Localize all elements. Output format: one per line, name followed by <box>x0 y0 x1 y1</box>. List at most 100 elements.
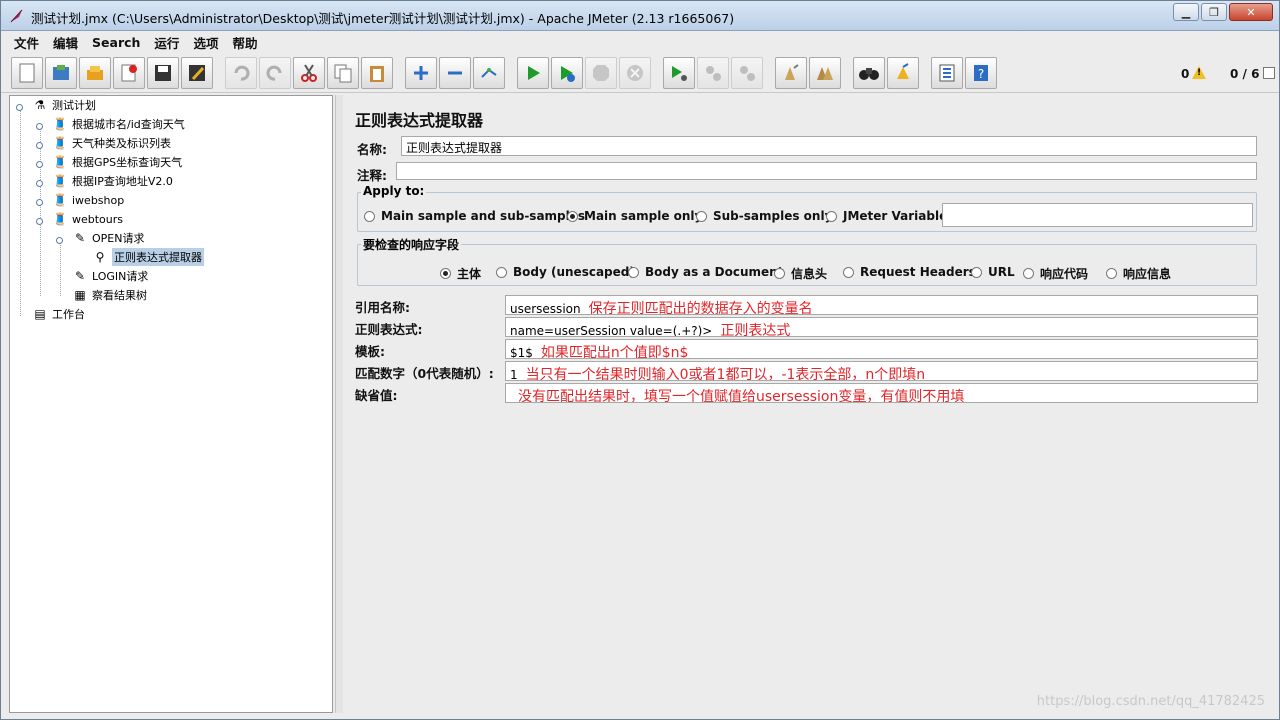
cut-icon[interactable] <box>293 57 325 89</box>
template-field[interactable]: $1$ 如果匹配出n个值即$n$ <box>505 339 1258 359</box>
tree-toggle[interactable] <box>36 123 43 130</box>
tree-node-http-sampler[interactable]: ✎ OPEN请求 <box>72 229 145 247</box>
new-icon[interactable] <box>11 57 43 89</box>
window-controls: ▁ ❐ ✕ <box>1173 3 1273 21</box>
menu-edit[interactable]: 编辑 <box>46 33 85 52</box>
paste-icon[interactable] <box>361 57 393 89</box>
tree-node-thread-group[interactable]: 🧵 根据城市名/id查询天气 <box>52 115 185 133</box>
default-note: 没有匹配出结果时，填写一个值赋值给usersession变量，有值则不用填 <box>518 389 965 403</box>
radio-main-and-sub[interactable]: Main sample and sub-samples <box>364 209 585 223</box>
close-button[interactable]: ✕ <box>1229 3 1273 21</box>
tree-toggle[interactable] <box>36 142 43 149</box>
radio-url[interactable]: URL <box>971 265 1015 279</box>
menu-run[interactable]: 运行 <box>147 33 186 52</box>
remote-shutdown-icon[interactable] <box>731 57 763 89</box>
undo-icon[interactable] <box>225 57 257 89</box>
search-binoculars-icon[interactable] <box>853 57 885 89</box>
close-file-icon[interactable] <box>113 57 145 89</box>
templates-icon[interactable] <box>45 57 77 89</box>
match-no-field[interactable]: 1 当只有一个结果时则输入0或者1都可以，-1表示全部，n个即填n <box>505 361 1258 381</box>
expand-all-icon[interactable] <box>405 57 437 89</box>
tree-toggle[interactable] <box>56 237 63 244</box>
tree-node-listener[interactable]: ▦ 察看结果树 <box>72 286 147 304</box>
name-field[interactable]: 正则表达式提取器 <box>401 136 1257 156</box>
ref-name-note: 保存正则匹配出的数据存入的变量名 <box>588 301 813 315</box>
radio-body-unescaped[interactable]: Body (unescaped) <box>496 265 635 279</box>
tree-node-workbench[interactable]: ▤ 工作台 <box>32 305 85 323</box>
help-icon[interactable]: ? <box>965 57 997 89</box>
radio-jmeter-variable[interactable]: JMeter Variable <box>826 209 947 223</box>
radio-request-headers[interactable]: Request Headers <box>843 265 976 279</box>
tree-toggle[interactable] <box>16 104 23 111</box>
ref-name-field[interactable]: usersession 保存正则匹配出的数据存入的变量名 <box>505 295 1258 315</box>
extractor-icon: ⚲ <box>95 250 105 264</box>
panel-splitter[interactable] <box>335 95 343 713</box>
tree-node-thread-group[interactable]: 🧵 webtours <box>52 210 124 228</box>
tree-node-test-plan[interactable]: ⚗ 测试计划 <box>32 96 96 114</box>
clear-all-icon[interactable] <box>809 57 841 89</box>
tree-toggle[interactable] <box>36 180 43 187</box>
reset-search-icon[interactable] <box>887 57 919 89</box>
thread-count: 0 / 6 <box>1230 67 1260 81</box>
radio-main-only[interactable]: Main sample only <box>567 209 702 223</box>
minimize-button[interactable]: ▁ <box>1173 3 1199 21</box>
jmeter-variable-field[interactable] <box>942 203 1253 227</box>
match-no-label: 匹配数字（0代表随机）: <box>355 366 494 381</box>
running-status-indicator <box>1263 67 1275 79</box>
tree-toggle[interactable] <box>36 218 43 225</box>
toggle-icon[interactable] <box>473 57 505 89</box>
title-bar: 测试计划.jmx (C:\Users\Administrator\Desktop… <box>1 1 1279 31</box>
regex-extractor-panel: 正则表达式提取器 名称: 正则表达式提取器 注释: Apply to: Main… <box>344 95 1271 713</box>
copy-icon[interactable] <box>327 57 359 89</box>
radio-response-message[interactable]: 响应信息 <box>1106 265 1171 282</box>
start-no-pauses-icon[interactable] <box>551 57 583 89</box>
test-plan-tree: ⚗ 测试计划 🧵 根据城市名/id查询天气 🧵 天气种类及标识列表 🧵 根据GP… <box>9 95 333 713</box>
regex-value: name=userSession value=(.+?)> <box>510 324 713 337</box>
thread-group-icon: 🧵 <box>52 155 68 169</box>
radio-body-document[interactable]: Body as a Document <box>628 265 783 279</box>
name-label: 名称: <box>357 142 387 157</box>
regex-field[interactable]: name=userSession value=(.+?)> 正则表达式 <box>505 317 1258 337</box>
maximize-button[interactable]: ❐ <box>1201 3 1227 21</box>
remote-stop-icon[interactable] <box>697 57 729 89</box>
jmeter-window: 测试计划.jmx (C:\Users\Administrator\Desktop… <box>0 0 1280 720</box>
apply-to-title: Apply to: <box>361 184 427 198</box>
default-field[interactable]: 没有匹配出结果时，填写一个值赋值给usersession变量，有值则不用填 <box>505 383 1258 403</box>
menu-help[interactable]: 帮助 <box>225 33 264 52</box>
tree-node-thread-group[interactable]: 🧵 根据IP查询地址V2.0 <box>52 172 173 190</box>
template-note: 如果匹配出n个值即$n$ <box>540 345 689 359</box>
jmeter-feather-icon <box>10 9 23 23</box>
radio-sub-only[interactable]: Sub-samples only <box>696 209 832 223</box>
tree-node-regex-extractor[interactable]: ⚲ 正则表达式提取器 <box>92 248 204 266</box>
comment-label: 注释: <box>357 168 387 183</box>
clear-icon[interactable] <box>775 57 807 89</box>
start-icon[interactable] <box>517 57 549 89</box>
pipette-icon: ✎ <box>74 231 86 245</box>
redo-icon[interactable] <box>259 57 291 89</box>
tree-toggle[interactable] <box>36 161 43 168</box>
radio-headers[interactable]: 信息头 <box>774 265 827 282</box>
ref-name-label: 引用名称: <box>355 300 410 315</box>
tree-node-thread-group[interactable]: 🧵 iwebshop <box>52 191 125 209</box>
tree-node-thread-group[interactable]: 🧵 天气种类及标识列表 <box>52 134 171 152</box>
menu-search[interactable]: Search <box>85 35 147 50</box>
collapse-all-icon[interactable] <box>439 57 471 89</box>
tree-node-thread-group[interactable]: 🧵 根据GPS坐标查询天气 <box>52 153 183 171</box>
comment-field[interactable] <box>396 162 1257 180</box>
workbench-icon: ▤ <box>34 307 46 321</box>
save-icon[interactable] <box>147 57 179 89</box>
radio-body[interactable]: 主体 <box>440 265 481 282</box>
open-icon[interactable] <box>79 57 111 89</box>
remote-start-icon[interactable] <box>663 57 695 89</box>
function-helper-icon[interactable] <box>931 57 963 89</box>
shutdown-icon[interactable] <box>619 57 651 89</box>
stop-icon[interactable] <box>585 57 617 89</box>
tree-node-http-sampler[interactable]: ✎ LOGIN请求 <box>72 267 148 285</box>
tree-toggle[interactable] <box>36 199 43 206</box>
radio-response-code[interactable]: 响应代码 <box>1023 265 1088 282</box>
save-as-icon[interactable] <box>181 57 213 89</box>
error-count: 0 <box>1181 67 1190 81</box>
menu-file[interactable]: 文件 <box>7 33 46 52</box>
menu-options[interactable]: 选项 <box>186 33 225 52</box>
match-no-note: 当只有一个结果时则输入0或者1都可以，-1表示全部，n个即填n <box>525 367 926 381</box>
